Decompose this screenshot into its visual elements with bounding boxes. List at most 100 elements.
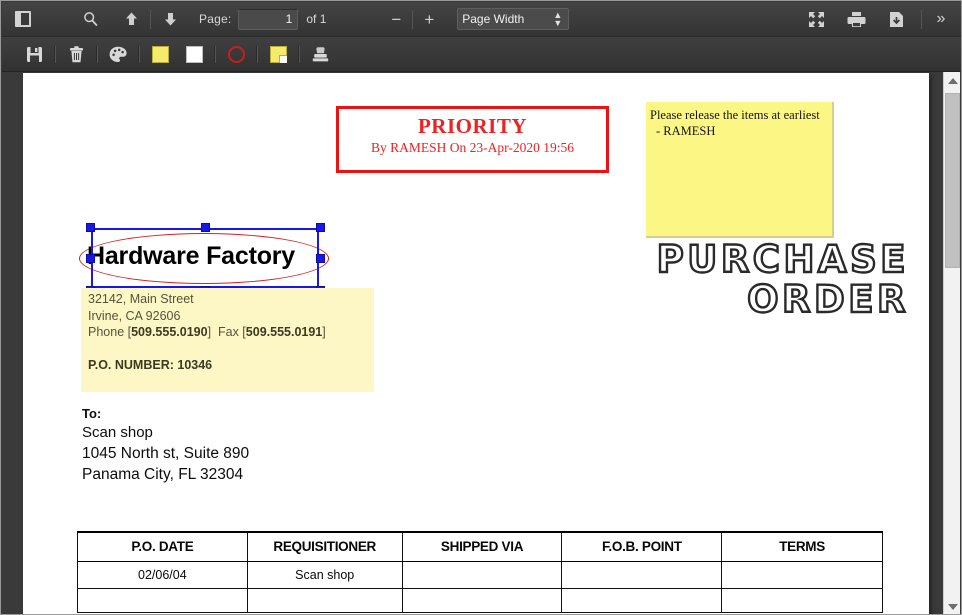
annot-separator-5 (256, 46, 258, 63)
print-button[interactable] (843, 6, 869, 32)
table-header-row: P.O. DATEREQUISITIONERSHIPPED VIAF.O.B. … (78, 532, 883, 561)
zoom-level-select[interactable]: Page Width (457, 8, 569, 30)
ship-to-label: To: (82, 405, 249, 422)
company-name-group[interactable]: Hardware Factory (71, 224, 331, 290)
pdf-page[interactable]: PRIORITY By RAMESH On 23-Apr-2020 19:56 … (23, 73, 929, 615)
stamp-title: PRIORITY (339, 114, 606, 138)
resize-handle-w[interactable] (86, 254, 95, 263)
po-number-value: 10346 (177, 358, 212, 372)
red-circle-icon (228, 46, 245, 63)
yellow-square-icon (152, 46, 169, 63)
page-number-input[interactable] (238, 9, 298, 30)
table-header-cell-4: TERMS (722, 532, 883, 561)
annot-separator-4 (214, 46, 216, 63)
table-cell-r0-c0: 02/06/04 (78, 561, 248, 588)
table-header-cell-1: REQUISITIONER (247, 532, 402, 561)
annot-separator-6 (298, 46, 300, 63)
download-button[interactable] (883, 6, 909, 32)
trash-icon (69, 46, 84, 63)
stamp-icon (312, 46, 329, 63)
table-cell-r0-c3 (562, 561, 722, 588)
sticky-note-button[interactable] (264, 41, 292, 67)
vertical-scrollbar[interactable] (943, 72, 960, 615)
annot-separator-3 (138, 46, 140, 63)
sticky-note-annotation[interactable]: Please release the items at earliest - R… (646, 102, 834, 238)
zoom-out-button[interactable]: − (382, 11, 410, 28)
contact-line: Phone [509.555.0190] Fax [509.555.0191] (88, 324, 326, 341)
save-floppy-icon (26, 46, 43, 63)
sidebar-toggle-button[interactable] (10, 6, 36, 32)
page-total-label: of 1 (306, 12, 326, 26)
annot-separator-1 (54, 46, 56, 63)
delete-button[interactable] (62, 41, 90, 67)
sticky-note-line-1: Please release the items at earliest (650, 107, 829, 123)
scroll-down-button[interactable] (944, 598, 961, 615)
save-button[interactable] (20, 41, 48, 67)
previous-page-button[interactable] (118, 6, 144, 32)
resize-handle-nw[interactable] (86, 223, 95, 232)
fullscreen-icon (808, 11, 825, 28)
ship-to-line-1: Scan shop (82, 422, 249, 443)
sticky-note-icon (270, 46, 287, 63)
annotation-toolbar (2, 37, 962, 72)
purchase-order-heading-line-2: ORDER (619, 280, 909, 320)
purchase-order-heading: PURCHASE ORDER (619, 240, 909, 320)
annot-separator-2 (96, 46, 98, 63)
purchase-order-heading-line-1: PURCHASE (619, 240, 909, 280)
table-header-cell-0: P.O. DATE (78, 532, 248, 561)
address-line-2: Irvine, CA 92606 (88, 308, 326, 325)
resize-handle-e[interactable] (316, 254, 325, 263)
fax-number: 509.555.0191 (246, 325, 322, 339)
zoom-in-button[interactable]: + (415, 11, 443, 28)
arrow-down-icon (163, 11, 178, 27)
sidebar-toggle-icon (15, 11, 31, 27)
priority-stamp-annotation[interactable]: PRIORITY By RAMESH On 23-Apr-2020 19:56 (336, 106, 609, 173)
resize-handle-n[interactable] (201, 223, 210, 232)
table-row: 02/06/04Scan shop (78, 561, 883, 588)
scroll-up-button[interactable] (944, 72, 961, 89)
highlight-white-button[interactable] (180, 41, 208, 67)
download-icon (889, 11, 904, 28)
toolbar-separator-3 (921, 10, 922, 29)
more-tools-button[interactable]: » (928, 6, 954, 32)
scrollbar-thumb[interactable] (945, 93, 960, 268)
triangle-up-icon (948, 78, 958, 84)
company-address-block: 32142, Main Street Irvine, CA 92606 Phon… (88, 291, 326, 373)
table-cell-r1-c0 (78, 588, 248, 612)
po-number-line: P.O. NUMBER: 10346 (88, 357, 326, 374)
table-cell-r1-c2 (402, 588, 562, 612)
triangle-down-icon (948, 604, 958, 610)
highlight-yellow-button[interactable] (146, 41, 174, 67)
toolbar-separator-1 (150, 10, 151, 29)
white-square-icon (186, 46, 203, 63)
arrow-up-icon (124, 11, 139, 27)
toolbar-separator-2 (412, 10, 413, 29)
document-scroll-area[interactable]: PRIORITY By RAMESH On 23-Apr-2020 19:56 … (2, 72, 962, 615)
main-toolbar: Page: of 1 − + Page Width ▲▼ (2, 2, 962, 37)
table-cell-r1-c3 (562, 588, 722, 612)
table-cell-r0-c2 (402, 561, 562, 588)
stamp-button[interactable] (306, 41, 334, 67)
stamp-subtitle: By RAMESH On 23-Apr-2020 19:56 (339, 139, 606, 157)
palette-icon (109, 46, 127, 63)
table-row (78, 588, 883, 612)
selection-rectangle[interactable] (91, 228, 319, 288)
resize-handle-ne[interactable] (316, 223, 325, 232)
fax-close: ] (322, 325, 325, 339)
search-button[interactable] (78, 6, 104, 32)
color-palette-button[interactable] (104, 41, 132, 67)
table-header-cell-3: F.O.B. POINT (562, 532, 722, 561)
fullscreen-button[interactable] (803, 6, 829, 32)
phone-close: ] (208, 325, 211, 339)
table-cell-r1-c1 (247, 588, 402, 612)
fax-label: Fax [ (218, 325, 246, 339)
address-line-1: 32142, Main Street (88, 291, 326, 308)
search-icon (83, 11, 99, 27)
ship-to-line-3: Panama City, FL 32304 (82, 464, 249, 485)
next-page-button[interactable] (157, 6, 183, 32)
printer-icon (847, 11, 866, 28)
ellipse-annotation-button[interactable] (222, 41, 250, 67)
ship-to-block: To: Scan shop 1045 North st, Suite 890 P… (82, 405, 249, 485)
table-cell-r0-c1: Scan shop (247, 561, 402, 588)
phone-label: Phone [ (88, 325, 131, 339)
